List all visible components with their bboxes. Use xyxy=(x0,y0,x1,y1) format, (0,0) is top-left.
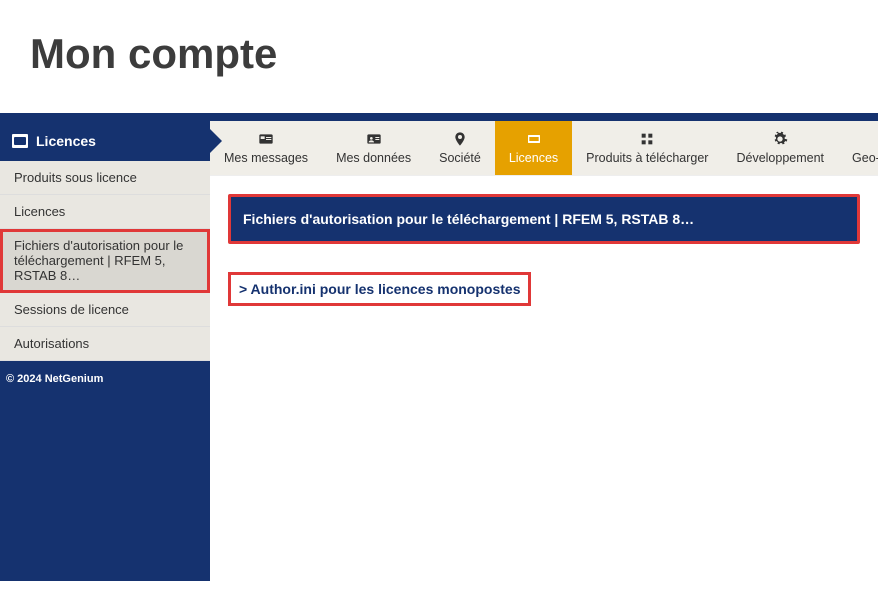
sidebar: Licences Produits sous licence Licences … xyxy=(0,121,210,581)
tab-data[interactable]: Mes données xyxy=(322,121,425,175)
grid-icon xyxy=(638,131,656,147)
sidebar-item-sessions[interactable]: Sessions de licence xyxy=(0,293,210,327)
page-title: Mon compte xyxy=(0,0,878,113)
sidebar-list: Produits sous licence Licences Fichiers … xyxy=(0,161,210,361)
sidebar-item-products[interactable]: Produits sous licence xyxy=(0,161,210,195)
card-icon xyxy=(525,131,543,147)
tab-label: Licences xyxy=(509,151,558,165)
sidebar-item-authorisations[interactable]: Autorisations xyxy=(0,327,210,361)
header-strip xyxy=(0,113,878,121)
tab-company[interactable]: Société xyxy=(425,121,495,175)
person-card-icon xyxy=(365,131,383,147)
sidebar-header-label: Licences xyxy=(36,133,96,149)
sidebar-item-auth-files[interactable]: Fichiers d'autorisation pour le téléchar… xyxy=(0,229,210,293)
tab-messages[interactable]: Mes messages xyxy=(210,121,322,175)
tab-development[interactable]: Développement xyxy=(722,121,838,175)
tab-label: Développement xyxy=(736,151,824,165)
sidebar-header[interactable]: Licences xyxy=(0,121,210,161)
location-pin-icon xyxy=(451,131,469,147)
tabbar: Mes messages Mes données Société Licence… xyxy=(210,121,878,176)
section-banner[interactable]: Fichiers d'autorisation pour le téléchar… xyxy=(228,194,860,244)
sidebar-item-licences[interactable]: Licences xyxy=(0,195,210,229)
gear-icon xyxy=(771,131,789,147)
card-icon xyxy=(12,134,28,148)
tab-label: Mes messages xyxy=(224,151,308,165)
tab-geozone[interactable]: Geo-Zone Tool xyxy=(838,121,878,175)
sidebar-footer: © 2024 NetGenium xyxy=(0,361,210,397)
tab-label: Geo-Zone Tool xyxy=(852,151,878,165)
tab-label: Société xyxy=(439,151,481,165)
tab-label: Produits à télécharger xyxy=(586,151,708,165)
content-body: Fichiers d'autorisation pour le téléchar… xyxy=(210,176,878,324)
tab-licences[interactable]: Licences xyxy=(495,121,572,175)
id-card-icon xyxy=(257,131,275,147)
tab-downloads[interactable]: Produits à télécharger xyxy=(572,121,722,175)
content: Mes messages Mes données Société Licence… xyxy=(210,121,878,581)
tab-label: Mes données xyxy=(336,151,411,165)
author-ini-link[interactable]: > Author.ini pour les licences monoposte… xyxy=(228,272,531,306)
